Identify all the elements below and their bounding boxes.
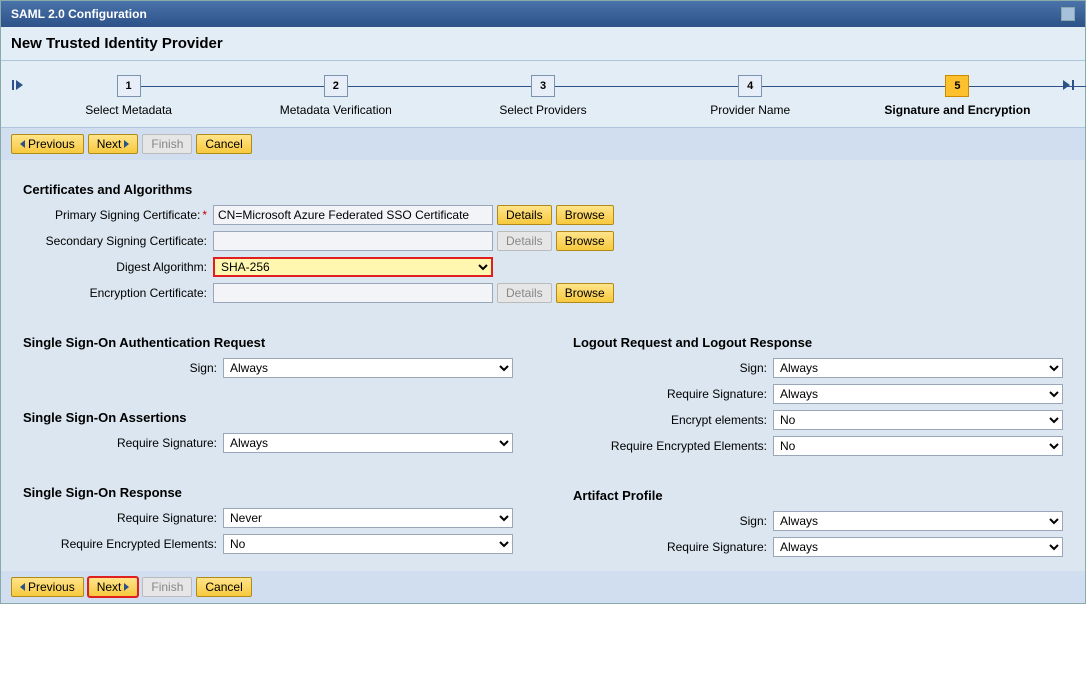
cancel-button-bottom[interactable]: Cancel xyxy=(196,577,251,597)
artifact-sign-label: Sign: xyxy=(573,514,773,528)
previous-icon xyxy=(20,140,25,148)
window-title: SAML 2.0 Configuration xyxy=(11,7,147,21)
primary-cert-browse-button[interactable]: Browse xyxy=(556,205,614,225)
page-subtitle: New Trusted Identity Provider xyxy=(1,27,1085,61)
encryption-cert-input[interactable] xyxy=(213,283,493,303)
finish-button-bottom: Finish xyxy=(142,577,192,597)
next-button-bottom[interactable]: Next xyxy=(88,577,139,597)
maximize-icon[interactable] xyxy=(1061,7,1075,21)
primary-cert-label: Primary Signing Certificate:* xyxy=(23,208,213,222)
finish-button: Finish xyxy=(142,134,192,154)
sso-assert-reqsig-label: Require Signature: xyxy=(23,436,223,450)
logout-enc-select[interactable]: No xyxy=(773,410,1063,430)
secondary-cert-details-button: Details xyxy=(497,231,552,251)
logout-sign-select[interactable]: Always xyxy=(773,358,1063,378)
logout-sign-label: Sign: xyxy=(573,361,773,375)
wizard-start-icon xyxy=(11,75,25,92)
sso-resp-title: Single Sign-On Response xyxy=(23,485,513,500)
previous-icon xyxy=(20,583,25,591)
logout-reqsig-label: Require Signature: xyxy=(573,387,773,401)
logout-title: Logout Request and Logout Response xyxy=(573,335,1063,350)
button-row-top: Previous Next Finish Cancel xyxy=(1,128,1085,160)
wizard-step-1[interactable]: 1 Select Metadata xyxy=(25,75,232,117)
secondary-cert-browse-button[interactable]: Browse xyxy=(556,231,614,251)
artifact-reqsig-label: Require Signature: xyxy=(573,540,773,554)
encryption-cert-details-button: Details xyxy=(497,283,552,303)
cancel-button[interactable]: Cancel xyxy=(196,134,251,154)
digest-label: Digest Algorithm: xyxy=(23,260,213,274)
wizard-step-4[interactable]: 4 Provider Name xyxy=(647,75,854,117)
sso-resp-reqenc-label: Require Encrypted Elements: xyxy=(23,537,223,551)
sso-auth-title: Single Sign-On Authentication Request xyxy=(23,335,513,350)
secondary-cert-input[interactable] xyxy=(213,231,493,251)
sso-resp-reqsig-select[interactable]: Never xyxy=(223,508,513,528)
logout-reqenc-select[interactable]: No xyxy=(773,436,1063,456)
logout-reqsig-select[interactable]: Always xyxy=(773,384,1063,404)
sso-assert-reqsig-select[interactable]: Always xyxy=(223,433,513,453)
sso-assert-title: Single Sign-On Assertions xyxy=(23,410,513,425)
next-icon xyxy=(124,140,129,148)
sso-resp-reqenc-select[interactable]: No xyxy=(223,534,513,554)
encryption-cert-label: Encryption Certificate: xyxy=(23,286,213,300)
required-marker: * xyxy=(202,208,207,222)
next-button[interactable]: Next xyxy=(88,134,139,154)
sso-resp-reqsig-label: Require Signature: xyxy=(23,511,223,525)
primary-cert-details-button[interactable]: Details xyxy=(497,205,552,225)
cert-section-title: Certificates and Algorithms xyxy=(23,182,1063,197)
sso-auth-sign-label: Sign: xyxy=(23,361,223,375)
next-icon xyxy=(124,583,129,591)
wizard-step-5[interactable]: 5 Signature and Encryption xyxy=(854,75,1061,117)
button-row-bottom: Previous Next Finish Cancel xyxy=(1,571,1085,603)
artifact-reqsig-select[interactable]: Always xyxy=(773,537,1063,557)
primary-cert-input[interactable] xyxy=(213,205,493,225)
sso-auth-sign-select[interactable]: Always xyxy=(223,358,513,378)
previous-button-bottom[interactable]: Previous xyxy=(11,577,84,597)
artifact-title: Artifact Profile xyxy=(573,488,1063,503)
logout-reqenc-label: Require Encrypted Elements: xyxy=(573,439,773,453)
secondary-cert-label: Secondary Signing Certificate: xyxy=(23,234,213,248)
logout-enc-label: Encrypt elements: xyxy=(573,413,773,427)
wizard-steps: 1 Select Metadata 2 Metadata Verificatio… xyxy=(1,61,1085,128)
wizard-step-2[interactable]: 2 Metadata Verification xyxy=(232,75,439,117)
wizard-end-icon xyxy=(1061,75,1075,92)
previous-button[interactable]: Previous xyxy=(11,134,84,154)
title-bar: SAML 2.0 Configuration xyxy=(1,1,1085,27)
encryption-cert-browse-button[interactable]: Browse xyxy=(556,283,614,303)
digest-algorithm-select[interactable]: SHA-256 xyxy=(213,257,493,277)
wizard-step-3[interactable]: 3 Select Providers xyxy=(439,75,646,117)
artifact-sign-select[interactable]: Always xyxy=(773,511,1063,531)
